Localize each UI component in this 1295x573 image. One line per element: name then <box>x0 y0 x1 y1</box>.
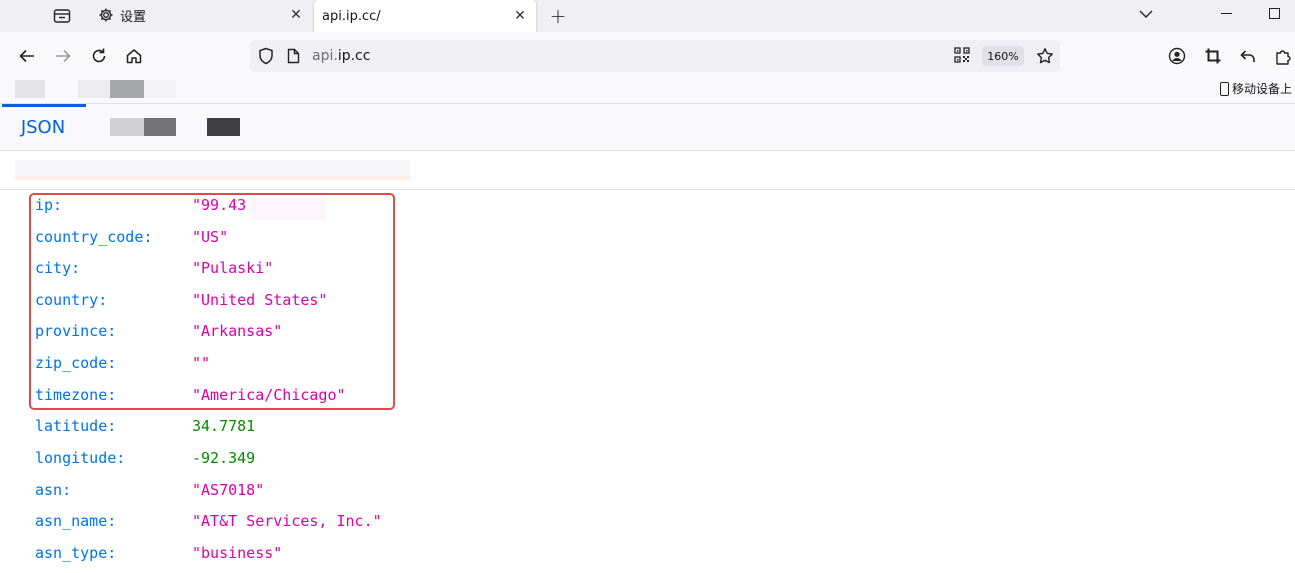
minimize-icon[interactable] <box>1221 13 1232 14</box>
json-value: 34.7781 <box>192 417 256 435</box>
new-tab-button[interactable]: + <box>546 4 570 28</box>
zoom-level-button[interactable]: 160% <box>982 46 1024 66</box>
crop-icon <box>1205 48 1221 64</box>
bookmark-star-icon[interactable] <box>1035 46 1055 66</box>
back-button[interactable] <box>17 46 37 66</box>
mobile-bookmarks-label: 移动设备上 <box>1232 82 1293 96</box>
tab-list-button[interactable] <box>48 4 76 28</box>
viewer-tab-bar <box>0 104 1295 151</box>
url-text[interactable]: api.ip.cc <box>312 47 370 65</box>
maximize-icon[interactable] <box>1269 8 1280 19</box>
gear-icon <box>98 7 114 23</box>
tab-title: api.ip.cc/ <box>322 8 381 24</box>
shield-icon[interactable] <box>256 46 276 66</box>
url-domain: ip.cc <box>337 48 371 64</box>
tab-raw-data-redacted[interactable] <box>144 118 176 136</box>
phone-icon <box>1220 81 1229 96</box>
json-key: latitude: <box>35 417 117 435</box>
screenshot-button[interactable] <box>1203 46 1223 66</box>
url-subdomain: api. <box>312 48 338 64</box>
json-key: asn_name: <box>35 512 117 530</box>
page-icon[interactable] <box>285 47 301 65</box>
reload-icon <box>92 48 106 63</box>
close-icon[interactable]: ✕ <box>288 7 304 23</box>
json-key: asn_type: <box>35 544 117 562</box>
tab-raw-data-redacted[interactable] <box>110 118 144 136</box>
extensions-button[interactable] <box>1273 46 1293 66</box>
bookmark-item-redacted[interactable] <box>144 80 176 98</box>
forward-button[interactable] <box>53 46 73 66</box>
bookmark-item-redacted[interactable] <box>78 80 110 98</box>
highlight-box <box>29 193 395 410</box>
tab-title: 设置 <box>120 9 147 25</box>
tab-settings[interactable]: 设置 ✕ <box>88 0 312 30</box>
tab-api-ip-cc[interactable]: api.ip.cc/ ✕ <box>314 0 536 32</box>
mobile-bookmarks[interactable]: 移动设备上 <box>1220 80 1292 97</box>
toolbar-filter-redacted <box>15 176 410 180</box>
qr-code-icon[interactable] <box>954 47 970 63</box>
home-button[interactable] <box>124 46 144 66</box>
url-bar[interactable] <box>250 40 1060 72</box>
account-icon <box>1168 47 1186 65</box>
json-value: "AT&T Services, Inc." <box>192 512 382 530</box>
undo-button[interactable] <box>1238 46 1258 66</box>
reload-button[interactable] <box>89 46 109 66</box>
undo-arrow-icon <box>1240 50 1255 62</box>
account-button[interactable] <box>1167 46 1187 66</box>
bookmark-item-redacted[interactable] <box>110 80 144 98</box>
folder-tray-icon <box>53 9 71 23</box>
arrow-right-icon <box>56 49 71 63</box>
json-value: -92.349 <box>192 449 256 467</box>
close-icon[interactable]: ✕ <box>512 8 528 24</box>
arrow-left-icon <box>19 49 34 63</box>
plus-icon: + <box>549 4 567 28</box>
list-all-tabs-button[interactable] <box>1136 4 1156 24</box>
json-value: "business" <box>192 544 283 562</box>
json-key: asn: <box>35 481 72 499</box>
bookmark-item-redacted[interactable] <box>15 80 45 98</box>
home-icon <box>126 49 142 64</box>
json-key: longitude: <box>35 449 126 467</box>
json-value: "AS7018" <box>192 481 265 499</box>
bookmarks-toolbar <box>0 76 1295 104</box>
puzzle-icon <box>1276 50 1291 65</box>
tab-headers-redacted[interactable] <box>207 118 240 136</box>
tab-json[interactable]: JSON <box>0 104 86 150</box>
chevron-down-icon <box>1139 10 1153 18</box>
